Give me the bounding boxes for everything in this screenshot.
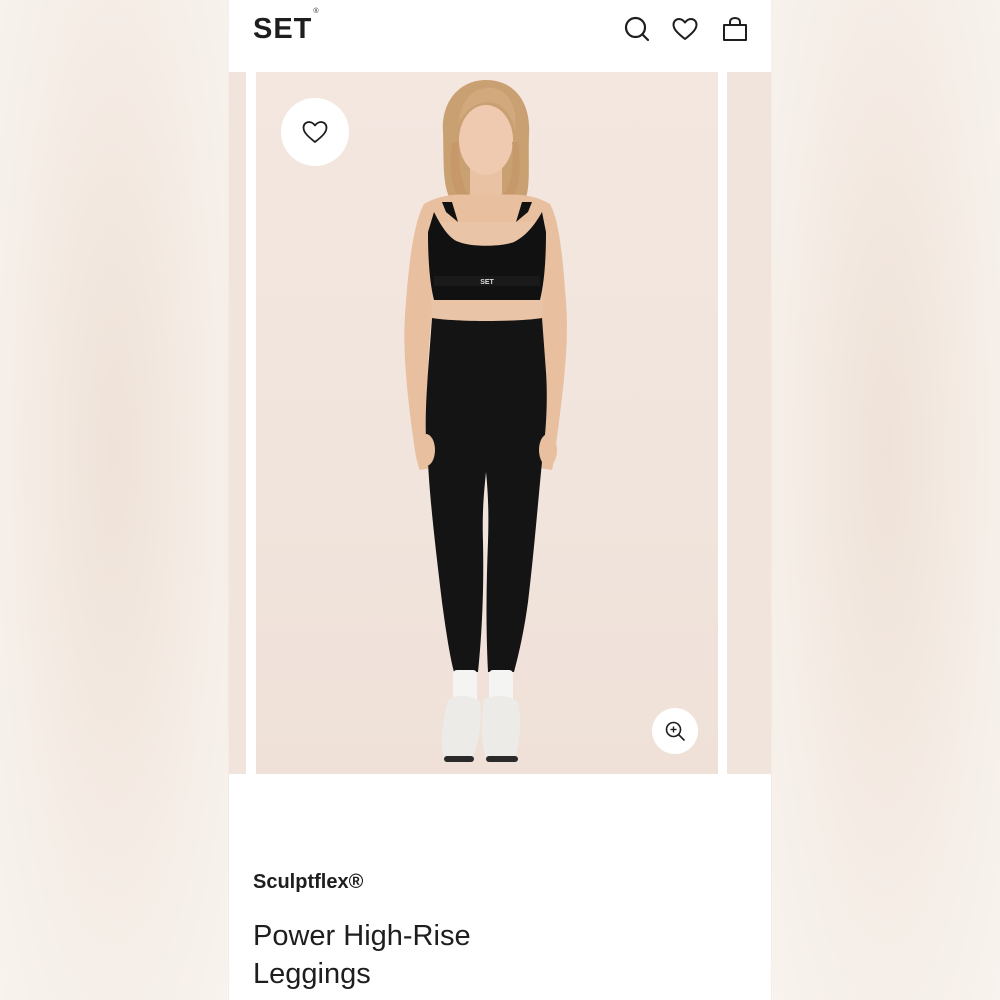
site-header: SET® xyxy=(229,0,771,72)
phone-screen: SET® SET Sculptflex® Power High-Rise Leg… xyxy=(229,0,771,1000)
product-image-carousel[interactable]: SET xyxy=(229,72,771,774)
brand-logo[interactable]: SET® xyxy=(253,8,320,46)
next-image-peek[interactable] xyxy=(727,72,771,774)
previous-image-peek[interactable] xyxy=(229,72,246,774)
logo-registered-mark: ® xyxy=(313,8,320,16)
zoom-button[interactable] xyxy=(652,708,698,754)
logo-text: SET xyxy=(253,13,313,45)
heart-icon xyxy=(302,121,328,143)
product-image[interactable]: SET xyxy=(256,72,718,774)
favorite-button[interactable] xyxy=(281,98,349,166)
bra-logo-text: SET xyxy=(480,279,494,286)
product-title: Power High-Rise Leggings xyxy=(253,920,471,990)
heart-icon[interactable] xyxy=(671,15,699,43)
model-photo: SET xyxy=(404,80,567,762)
background-blur-left xyxy=(0,0,228,1000)
shopping-bag-icon[interactable] xyxy=(721,15,749,43)
product-collection: Sculptflex® xyxy=(253,871,364,893)
zoom-in-icon xyxy=(665,721,685,741)
search-icon[interactable] xyxy=(623,15,651,43)
background-blur-right xyxy=(772,0,1000,1000)
